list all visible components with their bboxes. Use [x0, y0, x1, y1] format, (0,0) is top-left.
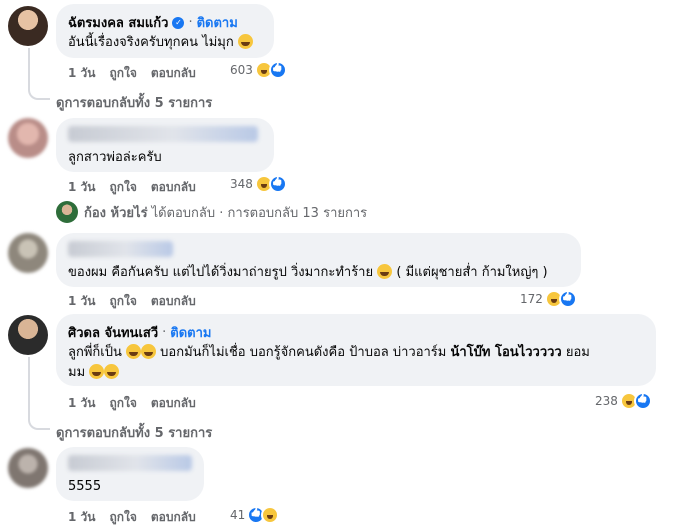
- like-button[interactable]: ถูกใจ: [109, 178, 136, 197]
- comment-author[interactable]: ศิวดล จันทนเสวี: [68, 322, 158, 343]
- avatar[interactable]: [8, 233, 48, 273]
- joy-emoji-icon: [141, 344, 157, 359]
- like-button[interactable]: ถูกใจ: [109, 394, 136, 413]
- comment-bubble: 5555: [56, 447, 204, 501]
- like-icon: [268, 175, 287, 193]
- avatar[interactable]: [8, 6, 48, 46]
- comment-bubble: ฉัตรมงคล สมแก้ว ✓ · ติดตาม อันนี้เรื่องจ…: [56, 4, 274, 58]
- comment-time[interactable]: 1 วัน: [68, 292, 95, 311]
- like-button[interactable]: ถูกใจ: [109, 64, 136, 83]
- comment-bubble: ลูกสาวพ่อล่ะครับ: [56, 118, 274, 172]
- view-replies-link[interactable]: ดูการตอบกลับทั้ง 5 รายการ: [56, 422, 212, 443]
- replies-summary[interactable]: ก้อง ห้วยไร่ ได้ตอบกลับ · การตอบกลับ 13 …: [56, 201, 367, 223]
- reply-button[interactable]: ตอบกลับ: [151, 394, 196, 413]
- rofl-emoji-icon: [126, 344, 142, 359]
- avatar[interactable]: [8, 448, 48, 488]
- reaction-summary[interactable]: 41: [230, 506, 280, 524]
- comment-text: ลูกพี่ก็เป็น บอกมันก็ไม่เชื่อ บอกรู้จักค…: [68, 344, 590, 360]
- comment-actions: 1 วัน ถูกใจ ตอบกลับ: [68, 64, 196, 83]
- like-icon: [268, 61, 287, 79]
- comment-time[interactable]: 1 วัน: [68, 508, 95, 527]
- thread-line: [28, 48, 50, 100]
- comment-time[interactable]: 1 วัน: [68, 64, 95, 83]
- comment-text: อันนี้เรื่องจริงครับทุกคน ไม่มุก: [68, 33, 262, 53]
- comment-text: ของผม คือกันครับ แต่ไปได้วิ่งมาถ่ายรูป ว…: [68, 264, 548, 280]
- like-icon: [633, 392, 652, 410]
- comment-actions: 1 วัน ถูกใจ ตอบกลับ: [68, 292, 196, 311]
- comment-author[interactable]: ฉัตรมงคล สมแก้ว: [68, 12, 168, 33]
- verified-badge-icon: ✓: [172, 16, 185, 29]
- reply-button[interactable]: ตอบกลับ: [151, 178, 196, 197]
- blurred-author-name: [68, 241, 173, 257]
- comment-text: 5555: [68, 479, 102, 494]
- reply-button[interactable]: ตอบกลับ: [151, 508, 196, 527]
- reaction-count: 238: [595, 394, 618, 408]
- comment-bubble: ของผม คือกันครับ แต่ไปได้วิ่งมาถ่ายรูป ว…: [56, 233, 581, 287]
- blurred-author-name: [68, 455, 192, 471]
- haha-icon: [261, 506, 280, 524]
- follow-link[interactable]: ติดตาม: [170, 322, 211, 343]
- comment-actions: 1 วัน ถูกใจ ตอบกลับ: [68, 178, 196, 197]
- like-icon: [558, 290, 577, 308]
- like-button[interactable]: ถูกใจ: [109, 292, 136, 311]
- follow-link[interactable]: ติดตาม: [197, 12, 238, 33]
- reaction-summary[interactable]: 603: [230, 61, 287, 79]
- comment-text-continued: มม: [68, 363, 644, 383]
- reaction-count: 348: [230, 177, 253, 191]
- comment-time[interactable]: 1 วัน: [68, 178, 95, 197]
- avatar: [56, 201, 78, 223]
- rofl-emoji-icon: [237, 34, 253, 49]
- reaction-summary[interactable]: 348: [230, 175, 287, 193]
- reaction-count: 41: [230, 508, 246, 522]
- reaction-count: 172: [520, 292, 543, 306]
- comment-text: ลูกสาวพ่อล่ะครับ: [68, 150, 162, 165]
- comment-actions: 1 วัน ถูกใจ ตอบกลับ: [68, 508, 196, 527]
- avatar[interactable]: [8, 118, 48, 158]
- comment-time[interactable]: 1 วัน: [68, 394, 95, 413]
- reaction-count: 603: [230, 63, 253, 77]
- blurred-author-name: [68, 126, 258, 142]
- comment-bubble: ศิวดล จันทนเสวี · ติดตาม ลูกพี่ก็เป็น บอ…: [56, 314, 656, 386]
- comment-actions: 1 วัน ถูกใจ ตอบกลับ: [68, 394, 196, 413]
- rofl-emoji-icon: [377, 264, 393, 279]
- reply-button[interactable]: ตอบกลับ: [151, 292, 196, 311]
- rofl-emoji-icon: [104, 364, 120, 379]
- thread-line: [28, 357, 50, 430]
- replies-count: ได้ตอบกลับ · การตอบกลับ 13 รายการ: [151, 205, 368, 221]
- joy-emoji-icon: [89, 364, 105, 379]
- reply-author: ก้อง ห้วยไร่: [84, 205, 148, 221]
- like-button[interactable]: ถูกใจ: [109, 508, 136, 527]
- view-replies-link[interactable]: ดูการตอบกลับทั้ง 5 รายการ: [56, 92, 212, 113]
- reply-button[interactable]: ตอบกลับ: [151, 64, 196, 83]
- avatar[interactable]: [8, 315, 48, 355]
- reaction-summary[interactable]: 238: [595, 392, 652, 410]
- reaction-summary[interactable]: 172: [520, 290, 577, 308]
